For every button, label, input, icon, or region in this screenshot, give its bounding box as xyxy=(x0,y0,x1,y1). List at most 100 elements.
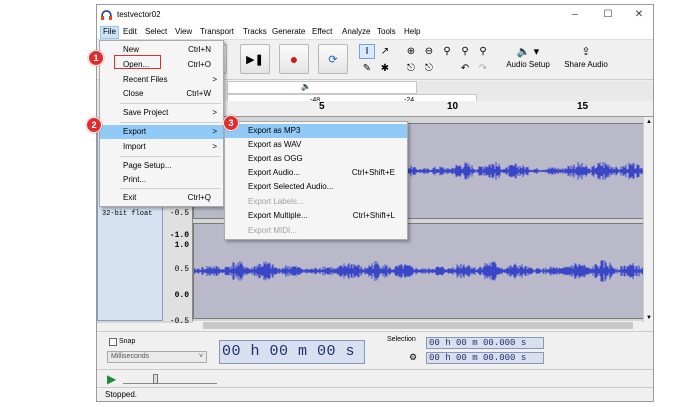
file-menu-export[interactable]: Export > xyxy=(100,125,223,139)
redo-button[interactable]: ↷ xyxy=(475,61,491,76)
export-selected-audio[interactable]: Export Selected Audio... xyxy=(225,180,407,194)
file-menu-save-project[interactable]: Save Project > xyxy=(100,106,223,120)
zoom-in-icon: ⊕ xyxy=(406,46,416,57)
vertical-scrollbar[interactable]: ▲ ▼ xyxy=(643,117,653,323)
timeline-tick-15: 15 xyxy=(577,101,589,112)
slider-handle[interactable] xyxy=(153,374,158,384)
menu-edit[interactable]: Edit xyxy=(121,27,139,36)
selection-start-value: 00 h 00 m 00.000 s xyxy=(429,338,527,348)
export-labels: Export Labels... xyxy=(248,197,304,206)
settings-icon[interactable]: ⚙ xyxy=(409,352,417,363)
record-meter[interactable] xyxy=(227,81,417,94)
zoom-toggle-button[interactable]: ⚲ xyxy=(475,44,491,59)
time-display-value: 00 h 00 m 00 s xyxy=(222,343,356,360)
envelope-tool[interactable]: ↗ xyxy=(377,44,393,59)
file-menu-print[interactable]: Print... xyxy=(100,173,223,187)
envelope-icon: ↗ xyxy=(380,46,390,57)
undo-button[interactable]: ↶ xyxy=(457,61,473,76)
speed-slider[interactable] xyxy=(123,374,217,384)
trim-button[interactable]: ⎋ xyxy=(403,61,419,76)
export-as-ogg[interactable]: Export as OGG xyxy=(225,152,407,166)
minimize-button[interactable]: – xyxy=(564,8,586,22)
export-as-wav[interactable]: Export as WAV xyxy=(225,138,407,152)
menu-generate[interactable]: Generate xyxy=(270,27,307,36)
timeline-tick-10: 10 xyxy=(447,101,459,112)
menu-separator xyxy=(120,188,221,189)
scrollbar-thumb[interactable] xyxy=(203,322,633,329)
selection-toolbar: Snap Milliseconds ˅ 00 h 00 m 00 s Selec… xyxy=(97,331,653,369)
snap-unit-value: Milliseconds xyxy=(111,353,150,360)
export-submenu: Export as MP3 Export as WAV Export as OG… xyxy=(224,121,408,240)
maximize-button[interactable]: ☐ xyxy=(597,8,619,22)
selection-start-field[interactable]: 00 h 00 m 00.000 s xyxy=(426,337,544,349)
menu-separator xyxy=(120,122,221,123)
playback-meter-icon: 🔈 xyxy=(301,82,311,91)
export-audio[interactable]: Export Audio... Ctrl+Shift+E xyxy=(225,166,407,180)
silence-button[interactable]: ⎋ xyxy=(421,61,437,76)
zoom-out-button[interactable]: ⊖ xyxy=(421,44,437,59)
skip-end-button[interactable]: ▶❚ xyxy=(240,44,270,74)
track-format: 32-bit float xyxy=(102,210,153,218)
file-menu-recent-files[interactable]: Recent Files > xyxy=(100,73,223,87)
scale-label: 0.5 xyxy=(174,265,189,274)
record-button[interactable]: ● xyxy=(279,44,309,74)
file-menu-exit[interactable]: Exit Ctrl+Q xyxy=(100,191,223,205)
menu-view[interactable]: View xyxy=(173,27,194,36)
menu-file[interactable]: File xyxy=(100,26,119,39)
menu-help[interactable]: Help xyxy=(402,27,422,36)
scroll-up-icon: ▲ xyxy=(646,119,652,125)
audio-setup-label: Audio Setup xyxy=(506,60,550,69)
audacity-window: testvector02 – ☐ ✕ File Edit Select View… xyxy=(96,4,654,402)
snap-unit-select[interactable]: Milliseconds ˅ xyxy=(107,351,207,363)
zoom-in-button[interactable]: ⊕ xyxy=(403,44,419,59)
skip-end-icon: ▶❚ xyxy=(246,53,264,66)
timeline-tick-5: 5 xyxy=(319,101,325,112)
trim-icon: ⎋ xyxy=(407,63,415,74)
menu-effect[interactable]: Effect xyxy=(310,27,334,36)
draw-tool[interactable]: ✎ xyxy=(359,61,375,76)
loop-button[interactable]: ⟳ xyxy=(318,44,348,74)
undo-icon: ↶ xyxy=(460,63,470,74)
chevron-right-icon: > xyxy=(212,75,217,84)
share-audio-button[interactable]: ⇪ Share Audio xyxy=(561,42,611,76)
share-icon: ⇪ xyxy=(581,46,591,58)
audacity-logo-icon xyxy=(101,10,112,20)
menu-tracks[interactable]: Tracks xyxy=(241,27,269,36)
horizontal-scrollbar[interactable] xyxy=(193,321,643,331)
zoom-out-icon: ⊖ xyxy=(424,46,434,57)
open-highlight-box xyxy=(114,55,161,69)
multi-tool[interactable]: ✱ xyxy=(377,61,393,76)
close-button[interactable]: ✕ xyxy=(628,8,650,22)
selection-end-field[interactable]: 00 h 00 m 00.000 s xyxy=(426,352,544,364)
export-midi: Export MIDI... xyxy=(248,226,297,235)
chevron-right-icon: > xyxy=(212,142,217,151)
fit-selection-button[interactable]: ⚲ xyxy=(439,44,455,59)
file-menu-page-setup[interactable]: Page Setup... xyxy=(100,159,223,173)
menu-select[interactable]: Select xyxy=(143,27,169,36)
export-as-mp3[interactable]: Export as MP3 xyxy=(225,124,407,138)
file-menu-import[interactable]: Import > xyxy=(100,140,223,154)
audio-setup-button[interactable]: 🔈 ▾ Audio Setup xyxy=(502,42,554,76)
loop-icon: ⟳ xyxy=(328,53,338,66)
selection-label: Selection xyxy=(387,336,416,343)
selection-tool[interactable]: I xyxy=(359,44,375,59)
step-badge-2: 2 xyxy=(86,117,102,133)
timeline-ruler[interactable]: 5 10 15 xyxy=(193,101,653,117)
menu-tools[interactable]: Tools xyxy=(375,27,398,36)
audio-position-display[interactable]: 00 h 00 m 00 s xyxy=(219,340,365,364)
menu-analyze[interactable]: Analyze xyxy=(340,27,372,36)
snap-checkbox[interactable] xyxy=(109,338,117,346)
play-at-speed-button[interactable]: ▶ xyxy=(107,372,116,386)
status-bar: Stopped. xyxy=(97,387,653,401)
chevron-right-icon: > xyxy=(212,127,217,136)
export-multiple[interactable]: Export Multiple... Ctrl+Shift+L xyxy=(225,209,407,223)
menu-transport[interactable]: Transport xyxy=(198,27,236,36)
status-text: Stopped. xyxy=(105,390,138,399)
redo-icon: ↷ xyxy=(478,63,488,74)
play-icon: ▶ xyxy=(107,372,117,386)
file-menu-close[interactable]: Close Ctrl+W xyxy=(100,87,223,101)
ibeam-icon: I xyxy=(365,46,369,57)
fit-project-button[interactable]: ⚲ xyxy=(457,44,473,59)
window-title: testvector02 xyxy=(117,10,161,19)
share-audio-label: Share Audio xyxy=(564,60,608,69)
